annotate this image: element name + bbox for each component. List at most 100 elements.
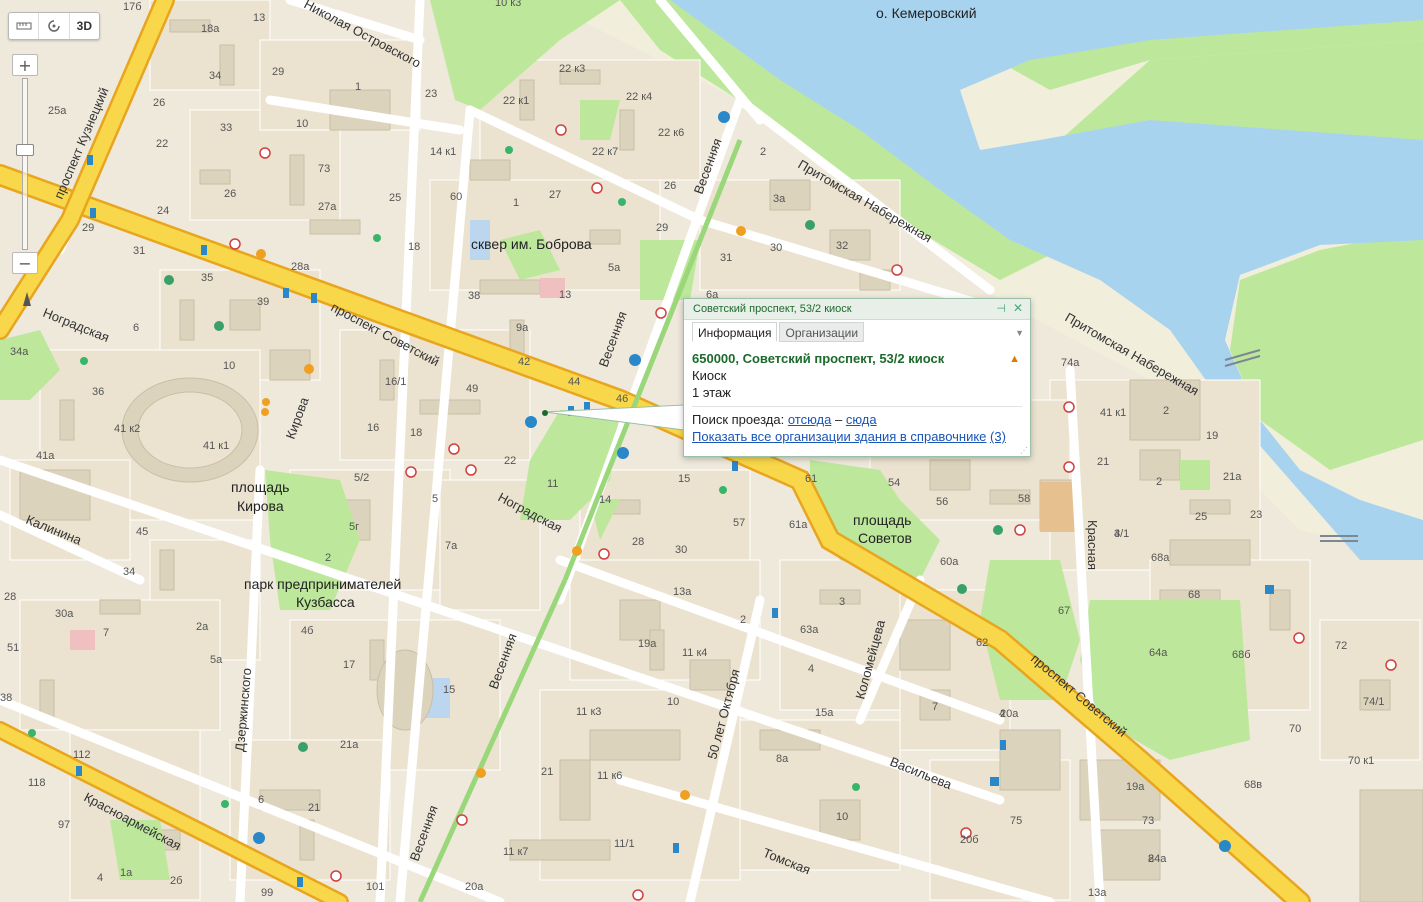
- building-number: 42: [518, 356, 530, 368]
- building-number: 68а: [1151, 552, 1170, 564]
- bus-stop-icon: [261, 408, 269, 416]
- bus-stop-icon: [772, 608, 778, 618]
- close-icon[interactable]: ✕: [1013, 301, 1023, 315]
- ruler-button[interactable]: [9, 13, 40, 39]
- building-number: 51: [7, 642, 19, 654]
- show-all-count[interactable]: (3): [990, 429, 1006, 444]
- building-number: 30а: [55, 608, 74, 620]
- hospital-icon: [405, 466, 417, 478]
- zoom-in-button[interactable]: +: [12, 54, 38, 76]
- bus-stop-icon: [201, 245, 207, 255]
- pin-icon[interactable]: ⊣: [996, 302, 1006, 315]
- building-number: 17: [343, 659, 355, 671]
- building-number: 2: [1156, 476, 1162, 488]
- hospital-icon: [591, 182, 603, 194]
- resize-handle-icon[interactable]: ⋰: [1020, 446, 1028, 455]
- building-number: 13а: [1088, 887, 1107, 899]
- popup-header: Советский проспект, 53/2 киоск ⊣ ✕: [684, 299, 1030, 320]
- building-number: 118: [28, 777, 46, 789]
- building-number: 101: [366, 881, 384, 893]
- building-number: 6: [258, 794, 264, 806]
- building-number: 4б: [301, 625, 313, 637]
- building-number: 74/1: [1363, 696, 1384, 708]
- building-number: 21а: [1223, 471, 1242, 483]
- building-number: 11 к7: [503, 846, 528, 858]
- building-number: 41 к1: [1100, 407, 1126, 419]
- place-label: Кирова: [237, 498, 284, 514]
- bus-stop-icon: [90, 208, 96, 218]
- building-number: 9а: [516, 322, 529, 334]
- building-number: 22 к7: [592, 146, 618, 158]
- object-address: 650000, Советский проспект, 53/2 киоск: [692, 351, 945, 366]
- building-number: 18: [408, 241, 420, 253]
- museum-icon: [957, 584, 967, 594]
- building-number: 60а: [940, 556, 959, 568]
- museum-icon: [164, 275, 174, 285]
- building-number: 22 к1: [503, 95, 529, 107]
- route-to-link[interactable]: сюда: [846, 412, 877, 427]
- map-toolbar: 3D: [8, 12, 100, 40]
- tab-organizations[interactable]: Организации: [779, 322, 865, 342]
- show-all-row: Показать все организации здания в справо…: [692, 429, 1022, 444]
- zoom-slider-track[interactable]: [22, 78, 28, 250]
- building-number: 29: [272, 66, 284, 78]
- traffic-button[interactable]: [39, 13, 70, 39]
- bus-stop-icon: [1000, 740, 1006, 750]
- building-number: 4: [808, 663, 814, 675]
- building-number: 8а: [776, 753, 789, 765]
- building-number: 13: [559, 289, 571, 301]
- building-number: 2а: [196, 621, 209, 633]
- building-number: 7: [932, 701, 938, 713]
- building-number: 35: [201, 272, 213, 284]
- building-number: 20а: [1000, 708, 1019, 720]
- building-number: 18: [410, 427, 422, 439]
- building-number: 34: [123, 566, 135, 578]
- mode-3d-button[interactable]: 3D: [70, 13, 99, 39]
- hospital-icon: [1293, 632, 1305, 644]
- bus-stop-icon: [732, 461, 738, 471]
- bus-stop-icon: [297, 877, 303, 887]
- building-number: 54: [888, 477, 900, 489]
- building-number: 24: [157, 205, 169, 217]
- building-number: 2: [740, 614, 746, 626]
- building-number: 10: [667, 696, 679, 708]
- building-number: 29: [82, 222, 94, 234]
- building-number: 31: [133, 245, 145, 257]
- park-label: парк предпринимателей: [244, 576, 401, 592]
- cafe-icon: [736, 226, 746, 236]
- building-number: 70 к1: [1348, 755, 1374, 767]
- tab-information[interactable]: Информация: [692, 322, 778, 342]
- hospital-icon: [229, 238, 241, 250]
- zoom-slider-handle[interactable]: [16, 144, 34, 156]
- show-all-organizations-link[interactable]: Показать все организации здания в справо…: [692, 429, 986, 444]
- building-number: 32: [836, 240, 848, 252]
- building-number: 16/1: [385, 376, 406, 388]
- building-number: 99: [261, 887, 273, 899]
- museum-icon: [993, 525, 1003, 535]
- building-number: 30: [770, 242, 782, 254]
- building-number: 1: [513, 197, 519, 209]
- selected-kiosk-marker[interactable]: [542, 410, 548, 416]
- building-number: 28: [632, 536, 644, 548]
- building-number: 26: [153, 97, 165, 109]
- building-number: 2: [1163, 405, 1169, 417]
- monument-icon: [718, 111, 730, 123]
- building-number: 28а: [291, 261, 310, 273]
- building-number: 64а: [1149, 647, 1168, 659]
- building-number: 112: [73, 749, 91, 761]
- object-floor: 1 этаж: [692, 385, 731, 400]
- chevron-down-icon[interactable]: ▼: [1015, 328, 1024, 338]
- building-number: 1: [355, 81, 361, 93]
- building-number: 31: [720, 252, 732, 264]
- route-from-link[interactable]: отсюда: [788, 412, 832, 427]
- ruler-icon: [16, 22, 32, 30]
- bus-stop-icon: [311, 293, 317, 303]
- hospital-icon: [1063, 461, 1075, 473]
- warning-icon[interactable]: ▲: [1009, 353, 1020, 365]
- building-number: 15: [443, 684, 455, 696]
- zoom-out-button[interactable]: −: [12, 252, 38, 274]
- route-search: Поиск проезда: отсюда – сюда: [692, 412, 1022, 427]
- building-number: 14: [599, 494, 611, 506]
- object-type: Киоск: [692, 368, 727, 383]
- building-number: 2б: [170, 875, 182, 887]
